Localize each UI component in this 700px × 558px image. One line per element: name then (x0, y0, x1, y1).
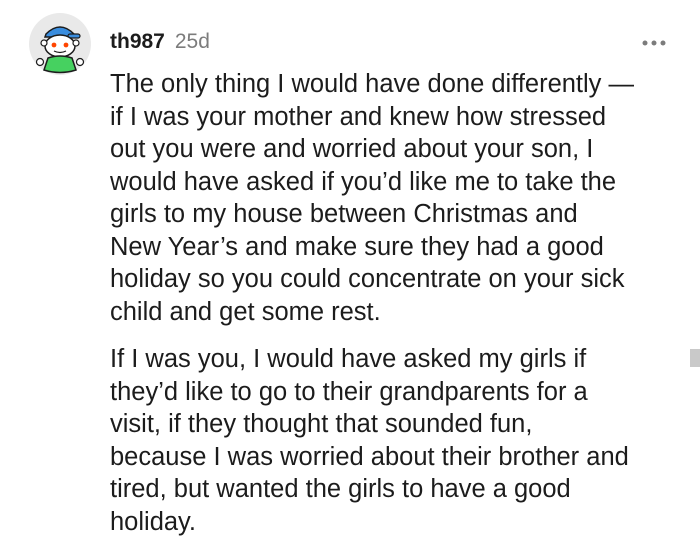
comment-header: th987 25d (110, 30, 210, 60)
more-dots-icon (642, 40, 666, 46)
more-options-button[interactable] (640, 34, 668, 52)
comment-line: because I was worried about their brothe… (110, 442, 629, 471)
comment-line: if I was your mother and knew how stress… (110, 102, 607, 131)
comment-line: The only thing I would have done differe… (110, 70, 635, 98)
comment-line: visit, if they thought that sounded fun, (110, 410, 533, 438)
avatar[interactable] (28, 12, 92, 76)
comment-line: tired, but wanted the girls to have a go… (110, 475, 571, 503)
comment-line: New Year’s and make sure they had a good (110, 232, 604, 261)
comment-line: holiday. (110, 507, 197, 536)
comment-paragraph: The only thing I would have done differe… (110, 68, 690, 328)
comment-line: out you were and worried about your son,… (110, 135, 594, 163)
scrollbar-thumb[interactable] (690, 349, 700, 367)
username-link[interactable]: th987 (110, 30, 165, 54)
snoo-avatar-icon (29, 13, 91, 75)
comment-line: girls to my house between Christmas and (110, 200, 578, 228)
comment-line: child and get some rest. (110, 297, 381, 326)
comment: th987 25d The only thing I would have do… (0, 0, 700, 558)
comment-age: 25d (174, 30, 210, 53)
comment-line: would have asked if you’d like me to tak… (110, 167, 617, 196)
comment-line: holiday so you could concentrate on your… (110, 265, 625, 293)
comment-line: If I was you, I would have asked my girl… (110, 345, 587, 373)
comment-line: they’d like to go to their grandparents … (110, 377, 588, 406)
comment-body: The only thing I would have done differe… (110, 68, 690, 538)
comment-paragraph: If I was you, I would have asked my girl… (110, 343, 690, 538)
